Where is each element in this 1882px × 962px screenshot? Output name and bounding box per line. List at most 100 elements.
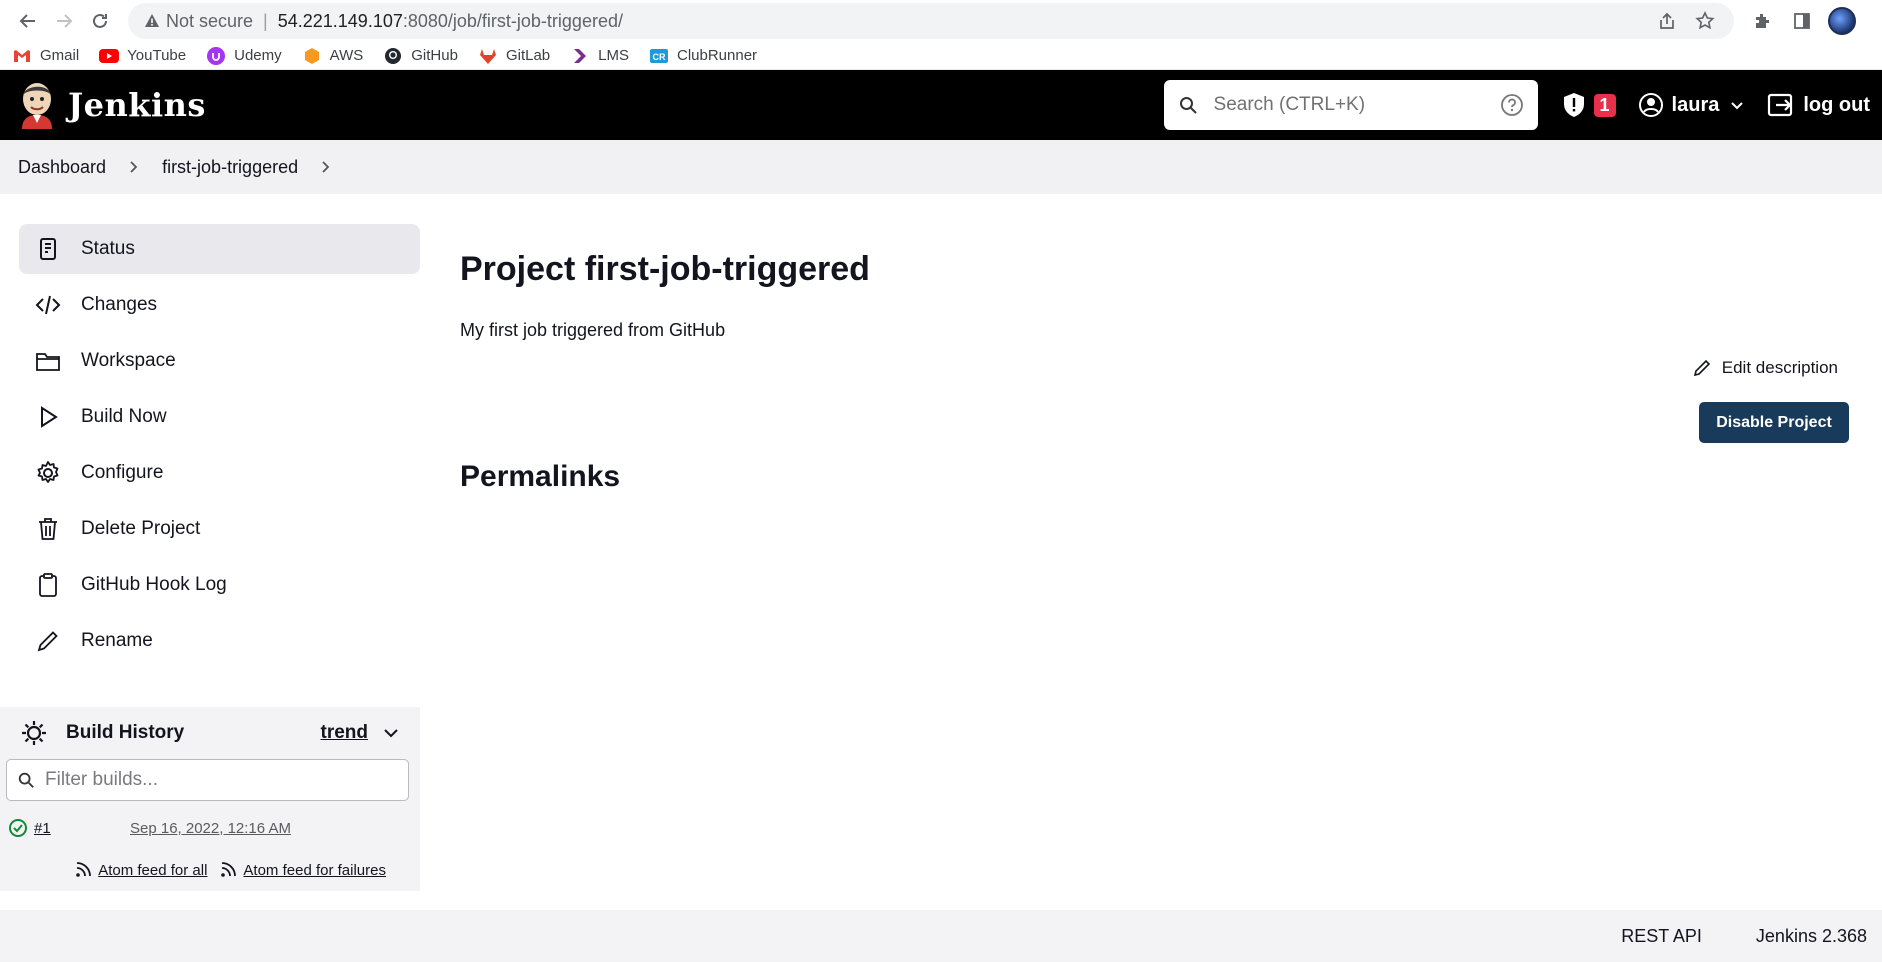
bookmark-label: GitLab — [505, 47, 551, 64]
chevron-down-icon[interactable] — [382, 724, 400, 742]
build-date-link[interactable]: Sep 16, 2022, 12:16 AM — [130, 820, 291, 837]
reload-button[interactable] — [82, 3, 118, 39]
back-button[interactable] — [10, 3, 46, 39]
sidebar-item-changes[interactable]: Changes — [19, 280, 420, 330]
atom-feed-all-link[interactable]: Atom feed for all — [74, 861, 207, 879]
edit-description-label: Edit description — [1721, 358, 1838, 377]
share-icon[interactable] — [1648, 6, 1686, 36]
breadcrumb-job[interactable]: first-job-triggered — [162, 157, 298, 178]
url-path: :8080/job/first-job-triggered/ — [402, 10, 623, 31]
permalinks-heading: Permalinks — [460, 460, 621, 493]
profile-avatar[interactable] — [1822, 3, 1862, 39]
build-number-link[interactable]: #1 — [34, 820, 130, 837]
warning-icon — [144, 13, 160, 29]
search-icon — [1179, 97, 1197, 114]
browser-toolbar: Not secure | 54.221.149.107 :8080/job/fi… — [0, 0, 1882, 42]
build-history-title: Build History — [66, 722, 185, 743]
sidebar-item-label: GitHub Hook Log — [81, 574, 227, 595]
security-alerts[interactable]: 1 — [1562, 92, 1616, 118]
jenkins-version-link[interactable]: Jenkins 2.368 — [1756, 926, 1867, 947]
udemy-icon — [206, 46, 226, 66]
edit-description-link[interactable]: Edit description — [1692, 358, 1838, 378]
breadcrumb: Dashboard first-job-triggered — [0, 140, 1882, 194]
trend-link[interactable]: trend — [321, 722, 369, 744]
bookmark-aws[interactable]: AWS — [302, 46, 364, 66]
side-panel-icon[interactable] — [1782, 3, 1822, 39]
help-icon[interactable] — [1500, 93, 1524, 117]
bookmark-gitlab[interactable]: GitLab — [478, 46, 550, 66]
security-label: Not secure — [166, 10, 254, 31]
sidebar-item-build-now[interactable]: Build Now — [19, 392, 420, 442]
bookmark-github[interactable]: GitHub — [383, 46, 458, 66]
lms-icon — [570, 46, 590, 66]
bookmark-label: GitHub — [411, 47, 458, 64]
jenkins-header: Jenkins Search (CTRL+K) 1 laura log out — [0, 70, 1882, 140]
bookmark-label: YouTube — [127, 47, 187, 64]
sidebar-item-github-hook-log[interactable]: GitHub Hook Log — [19, 560, 420, 610]
success-check-icon — [9, 819, 27, 837]
bookmark-label: Gmail — [40, 47, 80, 64]
rest-api-link[interactable]: REST API — [1621, 926, 1702, 947]
forward-button[interactable] — [46, 3, 82, 39]
address-bar[interactable]: Not secure | 54.221.149.107 :8080/job/fi… — [128, 3, 1734, 39]
aws-icon — [302, 46, 322, 66]
search-placeholder: Search (CTRL+K) — [1213, 94, 1366, 115]
atom-feeds: Atom feed for all Atom feed for failures — [0, 849, 420, 891]
search-icon — [18, 772, 34, 788]
clipboard-icon — [35, 572, 61, 598]
user-menu[interactable]: laura — [1638, 92, 1746, 118]
sidebar-item-rename[interactable]: Rename — [19, 616, 420, 666]
filter-builds-input[interactable]: Filter builds... — [6, 759, 409, 801]
sidebar-item-label: Changes — [81, 294, 158, 315]
bookmark-udemy[interactable]: Udemy — [206, 46, 282, 66]
build-history-icon — [22, 721, 46, 745]
rss-icon — [74, 861, 92, 879]
sidebar-item-delete-project[interactable]: Delete Project — [19, 504, 420, 554]
bookmarks-bar: Gmail YouTube Udemy AWS GitHub GitLab LMS CR Clu… — [0, 42, 1882, 70]
page-title: Project first-job-triggered — [460, 250, 870, 288]
play-icon — [35, 404, 61, 430]
build-history-panel: Build History trend Filter builds... #1 … — [0, 707, 420, 891]
bookmark-gmail[interactable]: Gmail — [12, 46, 79, 66]
side-panel: Status Changes Workspace Build Now Configure… — [0, 224, 420, 672]
bookmark-lms[interactable]: LMS — [570, 46, 629, 66]
bookmark-youtube[interactable]: YouTube — [99, 46, 186, 66]
main-content: Project first-job-triggered My first job… — [460, 224, 1882, 493]
bookmark-label: ClubRunner — [677, 47, 758, 64]
arrow-left-icon — [19, 14, 35, 28]
bookmark-label: AWS — [329, 47, 364, 64]
build-history-header: Build History trend — [0, 707, 420, 759]
bookmark-label: Udemy — [234, 47, 282, 64]
sidebar-item-workspace[interactable]: Workspace — [19, 336, 420, 386]
pencil-icon — [1692, 358, 1712, 378]
gitlab-icon — [478, 46, 498, 66]
extensions-icon[interactable] — [1742, 3, 1782, 39]
chevron-down-icon — [1731, 102, 1744, 110]
youtube-icon — [99, 46, 120, 66]
bookmark-clubrunner[interactable]: CR ClubRunner — [649, 46, 757, 66]
gear-icon — [35, 460, 61, 486]
logout-label: log out — [1803, 93, 1870, 116]
project-description: My first job triggered from GitHub — [460, 320, 726, 340]
clubrunner-icon: CR — [649, 46, 669, 66]
logout-link[interactable]: log out — [1767, 93, 1870, 117]
arrow-right-icon — [57, 14, 73, 28]
breadcrumb-dashboard[interactable]: Dashboard — [18, 157, 106, 178]
atom-feed-failures-link[interactable]: Atom feed for failures — [219, 861, 386, 879]
trash-icon — [35, 516, 61, 542]
jenkins-butler-icon — [22, 83, 52, 129]
disable-project-button[interactable]: Disable Project — [1699, 402, 1849, 443]
reload-icon — [93, 13, 107, 28]
logout-icon — [1768, 93, 1793, 117]
jenkins-logo[interactable]: Jenkins — [18, 81, 206, 129]
sidebar-item-status[interactable]: Status — [19, 224, 420, 274]
rss-icon — [219, 861, 237, 879]
user-icon — [1638, 93, 1663, 117]
build-row: #1 Sep 16, 2022, 12:16 AM — [0, 807, 420, 849]
code-icon — [35, 292, 61, 318]
bookmark-star-icon[interactable] — [1686, 6, 1724, 36]
sidebar-item-configure[interactable]: Configure — [19, 448, 420, 498]
chevron-right-icon — [128, 160, 140, 174]
chevron-right-icon[interactable] — [320, 160, 332, 174]
search-input[interactable]: Search (CTRL+K) — [1163, 80, 1538, 130]
